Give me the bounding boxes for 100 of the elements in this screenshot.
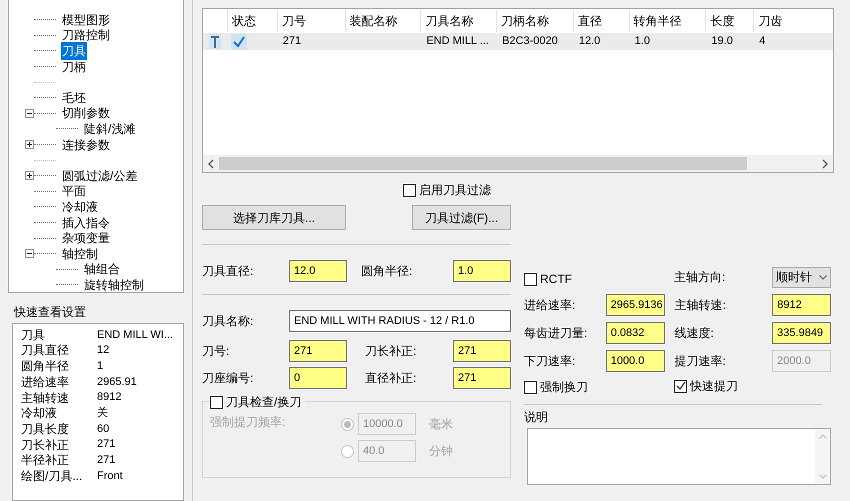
tree-item[interactable]: 轴控制 (61, 244, 99, 263)
collapse-icon[interactable] (25, 108, 34, 118)
setting-label: 主轴转速 (21, 390, 70, 406)
tree-item[interactable]: 刀具 (61, 42, 87, 60)
tool-icon (208, 34, 221, 49)
setting-label: 绘图/刀具... (21, 468, 84, 485)
input-field[interactable]: 1000.0 (606, 350, 665, 372)
tree-item[interactable]: 刀路控制 (61, 26, 111, 44)
scroll-left-icon[interactable] (207, 158, 215, 168)
setting-value: 271 (97, 453, 116, 468)
input-field[interactable]: 2965.9136 (606, 294, 665, 316)
field-label: 刀座编号: (202, 370, 254, 387)
unit-label: 毫米 (429, 416, 453, 433)
field-label: 下刀速率: (524, 353, 576, 370)
filter-button[interactable]: 刀具过滤(F)... (412, 205, 511, 230)
table-cell-text: END MILL ... (425, 34, 489, 50)
column-header[interactable]: 刀齿 (753, 10, 834, 32)
table-cell-text: B2C3-0020 (501, 34, 558, 50)
column-header[interactable]: 直径 (572, 10, 629, 32)
tree-item[interactable]: 连接参数 (61, 136, 111, 154)
tree-item[interactable]: 刀柄 (61, 58, 87, 76)
tree-item[interactable]: 毛坯 (61, 88, 87, 107)
input-field[interactable]: END MILL WITH RADIUS - 12 / R1.0 (289, 310, 511, 332)
scrollbar-thumb[interactable] (219, 157, 747, 170)
input-field[interactable]: 271 (453, 340, 511, 362)
check-icon (676, 381, 686, 391)
table-cell-text: 12.0 (578, 34, 600, 50)
tree-item[interactable]: 轴组合 (83, 260, 121, 278)
caret-icon (819, 274, 827, 280)
checkbox[interactable]: 启用刀具过滤 (403, 182, 491, 198)
tree-item[interactable]: 杂项变量 (61, 229, 111, 248)
input-field[interactable]: 1.0 (453, 260, 511, 282)
field-label: 强制提刀频率: (210, 414, 286, 431)
setting-label: 圆角半径 (21, 358, 70, 376)
table-cell-text: 1.0 (634, 34, 650, 50)
horizontal-scrollbar[interactable] (203, 155, 833, 172)
setting-label: 刀具长度 (21, 420, 70, 438)
tree-item[interactable]: 冷却液 (61, 198, 99, 216)
input-field[interactable]: 8912 (772, 294, 831, 316)
setting-value: Front (97, 468, 123, 484)
setting-value: 1 (97, 358, 104, 374)
input-field[interactable]: 271 (289, 340, 347, 362)
expand-icon[interactable] (25, 140, 34, 150)
setting-value: 8912 (97, 390, 122, 406)
setting-label: 刀长补正 (21, 436, 70, 454)
column-header[interactable]: 装配名称 (344, 10, 420, 32)
field-label: 主轴转速: (674, 297, 727, 314)
tree-item[interactable]: 旋转轴控制 (83, 276, 145, 292)
checkbox[interactable]: 强制换刀 (524, 378, 674, 396)
table-cell-text: 4 (758, 34, 766, 50)
field-label: 刀具名称: (202, 313, 254, 330)
check-icon (232, 36, 245, 48)
field-label: 提刀速率: (674, 353, 727, 370)
field-label: 直径补正: (365, 370, 418, 387)
expand-icon[interactable] (25, 171, 34, 180)
tree-item[interactable]: 圆弧过滤/公差 (61, 166, 138, 185)
column-header[interactable]: 刀柄名称 (496, 10, 573, 32)
input-field[interactable]: 0.0832 (606, 322, 665, 344)
tree-item[interactable]: 模型图形 (61, 10, 111, 29)
field-label: 进给速率: (524, 297, 576, 314)
checkbox[interactable]: 快速提刀 (674, 378, 738, 394)
collapse-icon[interactable] (25, 249, 34, 258)
field-label: 线速度: (674, 325, 715, 342)
setting-value: 271 (97, 437, 116, 452)
table-cell-text: 271 (282, 34, 302, 50)
setting-label: 半径补正 (21, 452, 70, 470)
setting-label: 进给速率 (21, 374, 70, 391)
input-field[interactable]: 0 (289, 367, 347, 389)
direction-dropdown[interactable]: 顺时针 (772, 266, 831, 288)
input-field[interactable]: 335.9849 (772, 322, 831, 344)
notes-label: 说明 (524, 410, 549, 424)
checkbox[interactable]: RCTF (524, 270, 572, 288)
select-tool-button[interactable]: 选择刀库刀具... (202, 205, 346, 230)
input-field[interactable]: 12.0 (289, 260, 347, 282)
unit-label: 分钟 (429, 443, 453, 460)
column-header[interactable]: 长度 (705, 10, 754, 32)
field-label: 刀长补正: (365, 343, 418, 360)
column-header[interactable]: 刀号 (276, 10, 345, 32)
tree-item[interactable]: 切削参数 (61, 104, 111, 122)
tree-item[interactable]: 平面 (61, 182, 87, 200)
tree-item[interactable]: 插入指令 (61, 214, 111, 232)
input-field[interactable]: 271 (453, 367, 511, 389)
field-label: 刀具直径: (202, 263, 254, 280)
setting-value: 60 (97, 422, 110, 437)
column-header[interactable]: 状态 (227, 10, 277, 32)
table-row[interactable]: 271 END MILL ... B2C3-0020 12.0 1.0 19.0 4 (203, 33, 833, 50)
field-label: 每齿进刀量: (524, 325, 588, 342)
section-title: 快速查看设置 (14, 304, 87, 319)
column-header[interactable]: 刀具名称 (420, 10, 496, 32)
tree-item[interactable]: 陡斜/浅滩 (83, 120, 136, 138)
radio-button[interactable] (341, 444, 354, 458)
column-header[interactable]: 转角半径 (628, 10, 706, 32)
field-label: 刀号: (202, 343, 230, 360)
scroll-right-icon[interactable] (821, 158, 829, 168)
radio-button[interactable] (341, 418, 354, 430)
setting-value: 12 (97, 343, 110, 358)
setting-label: 刀具直径 (21, 342, 70, 360)
setting-value: 关 (97, 406, 108, 421)
setting-label: 刀具 (21, 326, 46, 344)
status-checkbox[interactable] (230, 34, 247, 50)
